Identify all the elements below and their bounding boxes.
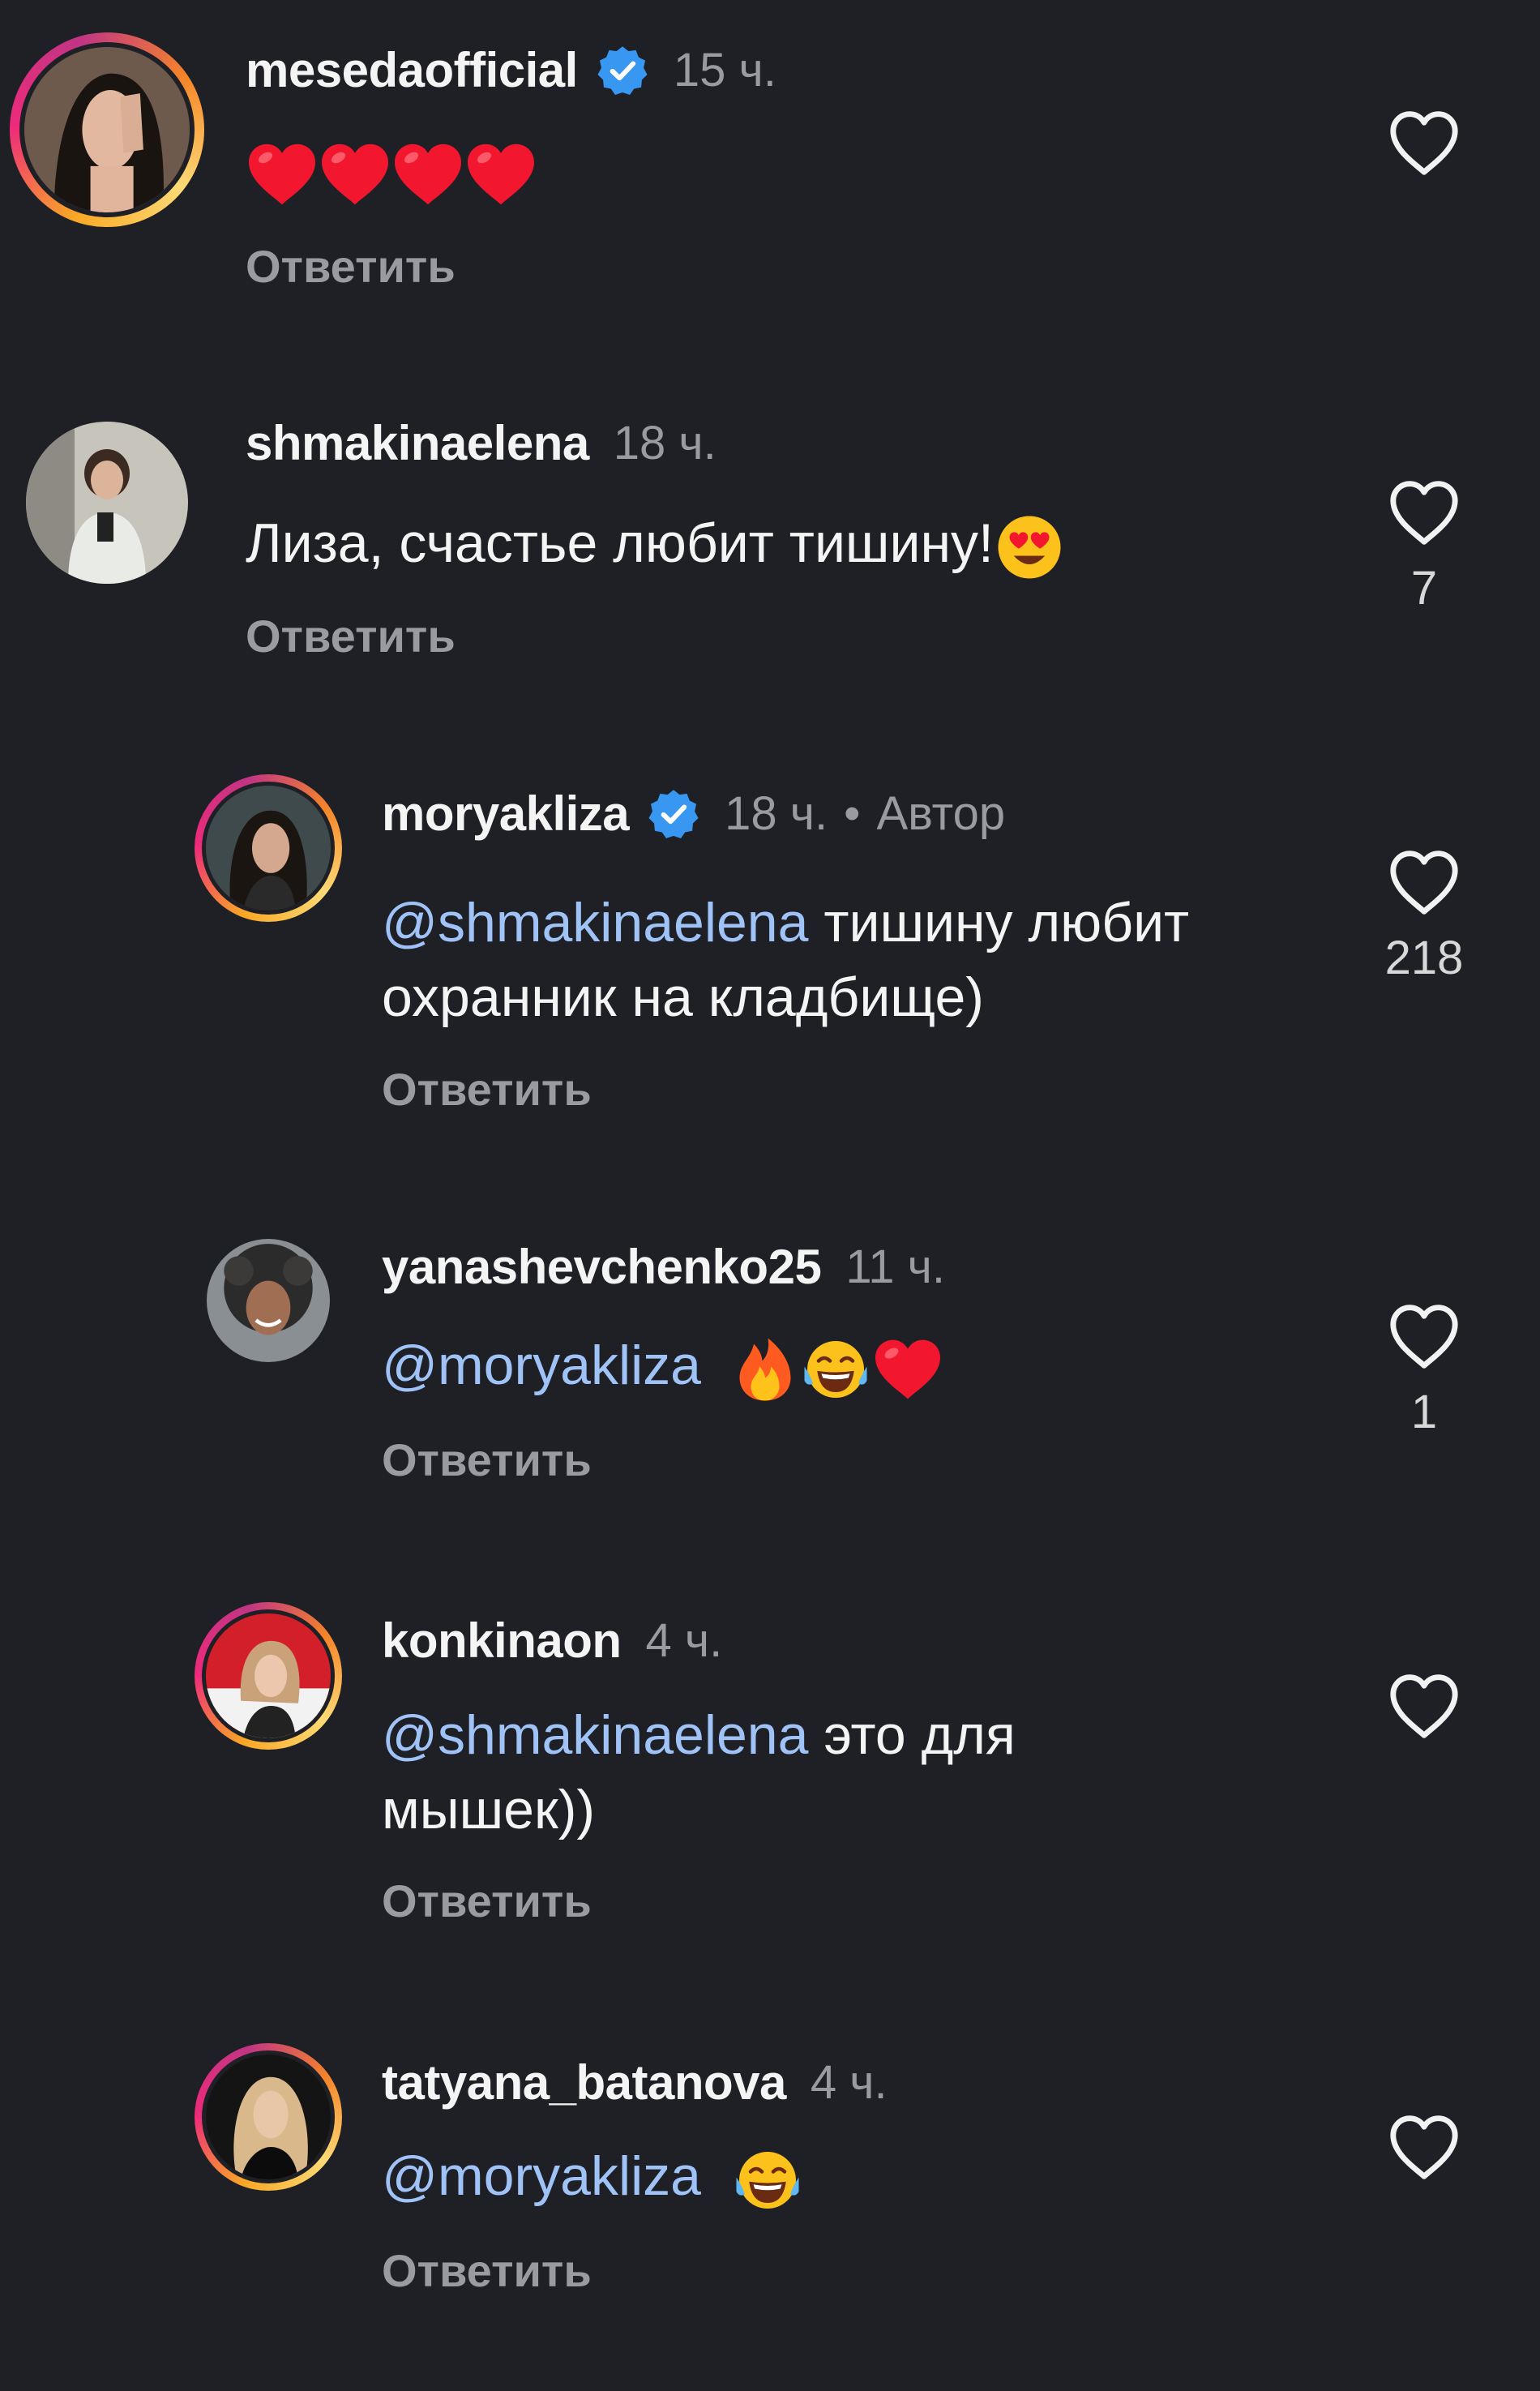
verified-badge-icon [647,787,700,841]
comment-body-line2: охранник на кладбище) [382,966,984,1028]
comment-header: shmakinaelena 18 ч. [246,415,717,471]
comment-header: yanashevchenko25 11 ч. [382,1239,945,1295]
heart-outline-icon[interactable] [1387,109,1461,177]
username[interactable]: shmakinaelena [246,415,589,471]
timestamp: 18 ч. [725,787,828,840]
red-heart-emoji-icon [246,141,319,208]
avatar-image [24,47,190,212]
timestamp: 18 ч. [613,417,717,469]
reply-button[interactable]: Ответить [246,240,456,293]
like-count: 1 [1410,1386,1438,1438]
avatar-image [206,1613,331,1738]
timestamp: 4 ч. [645,1614,723,1667]
avatar [207,1239,330,1362]
username[interactable]: mesedaofficial [246,42,578,98]
avatar-wrapper[interactable] [26,422,188,584]
heart-outline-icon[interactable] [1387,2113,1461,2181]
comment-body-line1: это для [808,1704,1016,1766]
comment-text: @shmakinaelena это для мышек)) [382,1698,1016,1847]
comment-header: moryakliza 18 ч. • Автор [382,786,1005,842]
red-heart-emoji-icon [391,141,464,208]
red-heart-emoji-icon [319,141,391,208]
heart-outline-icon[interactable] [1387,478,1461,546]
tears-of-joy-emoji-icon [731,2146,804,2214]
avatar-image [26,422,188,584]
comment-header: mesedaofficial 15 ч. [246,42,776,98]
avatar-image [206,2055,331,2179]
separator-dot: • [844,787,861,840]
mention-link[interactable]: @shmakinaelena [382,1704,808,1766]
avatar [202,782,335,915]
avatar-story-ring[interactable] [10,32,204,227]
comment-body: Лиза, счастье любит тишину! [246,512,994,574]
avatar-story-ring[interactable] [195,1602,342,1750]
comment-text: @moryakliza [382,1328,943,1403]
avatar [26,422,188,584]
username[interactable]: moryakliza [382,786,630,842]
comment-header: tatyana_batanova 4 ч. [382,2055,888,2110]
username[interactable]: konkinaon [382,1613,622,1669]
reply-button[interactable]: Ответить [382,1875,592,1927]
username[interactable]: yanashevchenko25 [382,1239,822,1295]
avatar-wrapper[interactable] [207,1239,330,1362]
like-count: 7 [1410,562,1438,615]
avatar-image [206,786,331,911]
verified-badge-icon [596,44,649,97]
mention-link[interactable]: @moryakliza [382,1335,701,1396]
like-control[interactable]: 218 [1371,848,1477,985]
avatar [19,42,195,217]
comment-text: Лиза, счастье любит тишину! [246,506,1063,581]
avatar-story-ring[interactable] [195,2043,342,2191]
timestamp: 11 ч. [845,1240,945,1293]
mention-link[interactable]: @shmakinaelena [382,892,808,953]
reply-button[interactable]: Ответить [246,610,456,662]
username[interactable]: tatyana_batanova [382,2055,786,2110]
avatar [202,1609,335,1742]
like-control[interactable] [1371,1672,1477,1740]
comment-text [246,133,537,208]
comment-body-line2: мышек)) [382,1779,596,1840]
avatar-story-ring[interactable] [195,774,342,922]
mention-link[interactable]: @moryakliza [382,2145,701,2207]
timestamp: 15 ч. [673,44,776,96]
avatar [202,2050,335,2183]
fire-emoji-icon [731,1335,799,1403]
comment-text: @shmakinaelena тишину любит охранник на … [382,885,1189,1035]
heart-outline-icon[interactable] [1387,848,1461,916]
like-control[interactable]: 7 [1371,478,1477,615]
reply-button[interactable]: Ответить [382,2244,592,2297]
reply-button[interactable]: Ответить [382,1063,592,1116]
author-label: Автор [876,787,1006,840]
like-control[interactable] [1371,109,1477,177]
like-control[interactable] [1371,2113,1477,2181]
like-control[interactable]: 1 [1371,1302,1477,1439]
like-count: 218 [1384,932,1464,984]
tears-of-joy-emoji-icon [799,1335,872,1403]
timestamp: 4 ч. [810,2056,888,2109]
red-heart-emoji-icon [872,1337,943,1402]
comment-header: konkinaon 4 ч. [382,1613,722,1669]
red-heart-emoji-icon [464,141,537,208]
comment-body-line1: тишину любит [808,892,1190,953]
heart-outline-icon[interactable] [1387,1302,1461,1370]
reply-button[interactable]: Ответить [382,1433,592,1486]
avatar-image [207,1239,330,1362]
heart-eyes-emoji-icon [995,513,1063,581]
comment-text: @moryakliza [382,2139,804,2214]
heart-outline-icon[interactable] [1387,1672,1461,1740]
